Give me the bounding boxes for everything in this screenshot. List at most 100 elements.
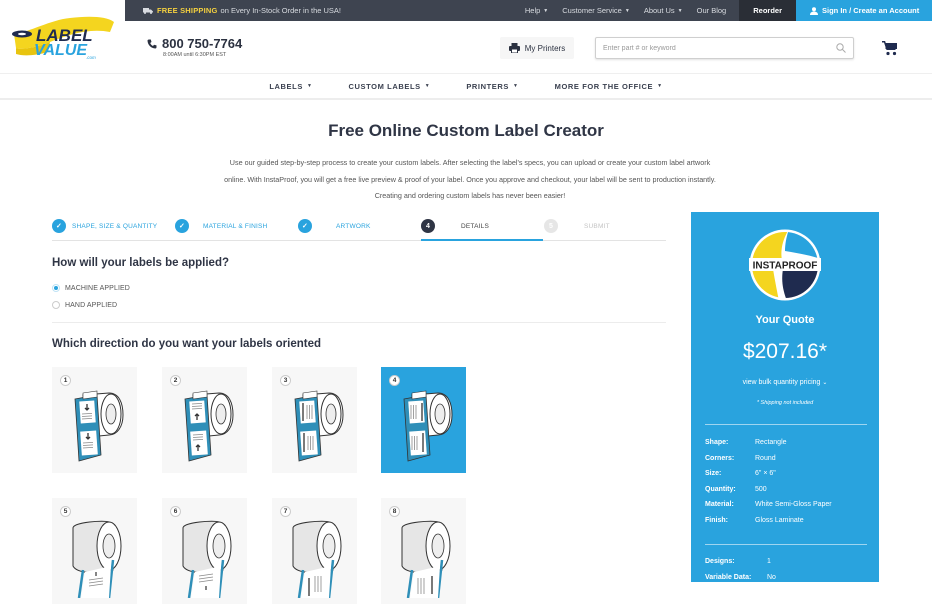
step-number: 4	[421, 219, 435, 233]
orientation-number: 7	[280, 506, 291, 517]
radio-machine-applied[interactable]: MACHINE APPLIED	[52, 284, 130, 292]
reorder-label: Reorder	[753, 6, 782, 15]
phone-number[interactable]: 800 750-7764	[162, 36, 242, 51]
spec-row: Finish: Gloss Laminate	[705, 513, 870, 529]
spec-key: Shape:	[705, 439, 729, 447]
step-artwork[interactable]: ✓ ARTWORK	[298, 219, 371, 233]
contact-phone: 800 750-7764 8:00AM until 6:30PM EST	[147, 36, 242, 58]
step-details[interactable]: 4 DETAILS	[421, 219, 489, 233]
orientation-option-1[interactable]: 1	[52, 367, 137, 473]
orientation-option-8[interactable]: 8	[381, 498, 466, 604]
orientation-option-2[interactable]: 2	[162, 367, 247, 473]
orientation-option-6[interactable]: 6	[162, 498, 247, 604]
bulk-pricing-link[interactable]: view bulk quantity pricing ⌄	[691, 379, 879, 386]
step-submit[interactable]: 5 SUBMIT	[544, 219, 610, 233]
step-label: SHAPE, SIZE & QUANTITY	[72, 222, 158, 230]
search-input[interactable]	[596, 38, 836, 58]
caret-down-icon: ▼	[424, 83, 431, 89]
label-roll-icon	[403, 390, 453, 462]
spec-key: Size:	[705, 470, 722, 478]
orientation-option-5[interactable]: 5	[52, 498, 137, 604]
labelvalue-logo[interactable]: LABEL VALUE .com	[10, 12, 118, 60]
label-roll-icon	[72, 520, 122, 598]
label-roll-icon	[401, 520, 451, 598]
nav-printers-label: PRINTERS	[466, 81, 510, 91]
orientation-question: Which direction do you want your labels …	[52, 338, 321, 350]
page-description: Use our guided step-by-step process to c…	[180, 155, 760, 205]
user-icon	[810, 6, 818, 15]
spec-key: Material:	[705, 501, 734, 509]
radio-button-selected[interactable]	[52, 284, 60, 292]
radio-button[interactable]	[52, 301, 60, 309]
application-question: How will your labels be applied?	[52, 257, 230, 269]
logo-text-suffix: .com	[86, 55, 96, 60]
step-label: DETAILS	[461, 222, 490, 230]
nav-printers[interactable]: PRINTERS ▼	[466, 82, 518, 91]
spec-row: Variable Data: No	[705, 570, 870, 586]
orientation-number: 3	[280, 375, 291, 386]
search-box	[595, 37, 854, 59]
step-label: MATERIAL & FINISH	[203, 222, 268, 230]
spec-row: Material: White Semi-Gloss Paper	[705, 497, 870, 513]
radio-label: HAND APPLIED	[65, 301, 118, 309]
printer-icon	[508, 43, 520, 53]
sign-in-button[interactable]: Sign In / Create an Account	[796, 0, 932, 21]
topnav-our-blog[interactable]: Our Blog	[690, 6, 734, 15]
orientation-option-4[interactable]: 4	[381, 367, 466, 473]
orientation-number: 1	[60, 375, 71, 386]
orientation-option-3[interactable]: 3	[272, 367, 357, 473]
spec-row: Corners: Round	[705, 451, 870, 467]
spec-row: Quantity: 500	[705, 482, 870, 498]
truck-icon	[143, 7, 153, 14]
check-icon: ✓	[52, 219, 66, 233]
nav-labels-label: LABELS	[269, 81, 303, 91]
quote-price: $207.16*	[742, 340, 828, 363]
quote-divider	[705, 544, 867, 545]
active-step-indicator	[421, 239, 543, 241]
topnav-help[interactable]: Help ▼	[518, 6, 555, 15]
my-printers-button[interactable]: My Printers	[500, 37, 574, 59]
reorder-button[interactable]: Reorder	[739, 0, 796, 21]
label-roll-icon	[184, 390, 234, 462]
radio-hand-applied[interactable]: HAND APPLIED	[52, 301, 117, 309]
step-number: 5	[544, 219, 558, 233]
step-shape-size-quantity[interactable]: ✓ SHAPE, SIZE & QUANTITY	[52, 219, 157, 233]
spec-row: Shape: Rectangle	[705, 435, 870, 451]
nav-custom-labels[interactable]: CUSTOM LABELS ▼	[349, 82, 431, 91]
spec-value: Gloss Laminate	[755, 516, 804, 524]
caret-down-icon: ▼	[543, 7, 549, 14]
search-icon[interactable]	[836, 43, 846, 53]
description-line: online. With InstaProof, you will get a …	[224, 174, 716, 184]
step-progress: ✓ SHAPE, SIZE & QUANTITY ✓ MATERIAL & FI…	[52, 217, 666, 241]
step-material-finish[interactable]: ✓ MATERIAL & FINISH	[175, 219, 267, 233]
check-icon: ✓	[298, 219, 312, 233]
cart-icon[interactable]	[882, 40, 898, 56]
badge-text: INSTAPROOF	[753, 261, 818, 272]
orientation-option-7[interactable]: 7	[272, 498, 357, 604]
topnav-about-us[interactable]: About Us ▼	[637, 6, 690, 15]
top-bar: FREE SHIPPING on Every In-Stock Order in…	[125, 0, 932, 21]
orientation-number: 6	[170, 506, 181, 517]
check-icon: ✓	[175, 219, 189, 233]
spec-key: Designs:	[705, 558, 735, 566]
instaproof-badge-icon: INSTAPROOF	[749, 229, 821, 301]
label-roll-icon	[74, 390, 124, 462]
spec-key: Finish:	[705, 516, 728, 524]
quote-specs: Shape: Rectangle Corners: Round Size: 6" × …	[705, 435, 870, 528]
orientation-number: 2	[170, 375, 181, 386]
free-shipping-banner: FREE SHIPPING on Every In-Stock Order in…	[125, 6, 518, 15]
nav-more-for-office[interactable]: MORE FOR THE OFFICE ▼	[555, 82, 663, 91]
label-roll-icon	[182, 520, 232, 598]
caret-down-icon: ▼	[306, 83, 313, 89]
step-label: ARTWORK	[336, 222, 371, 230]
spec-key: Variable Data:	[705, 573, 752, 581]
spec-key: Quantity:	[705, 485, 736, 493]
quote-divider	[705, 424, 867, 425]
sign-in-label: Sign In / Create an Account	[822, 6, 920, 15]
topnav-customer-service[interactable]: Customer Service ▼	[555, 6, 637, 15]
nav-labels[interactable]: LABELS ▼	[269, 82, 312, 91]
spec-value: White Semi-Gloss Paper	[755, 501, 832, 509]
label-roll-icon	[294, 390, 344, 462]
quote-title: Your Quote	[755, 314, 815, 326]
logo-text-value: VALUE	[34, 42, 88, 59]
